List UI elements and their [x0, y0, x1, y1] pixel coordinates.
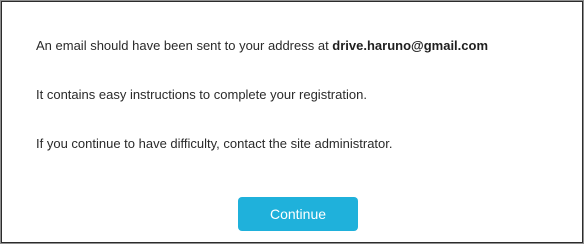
confirmation-panel: An email should have been sent to your a…	[0, 0, 584, 244]
difficulty-message: If you continue to have difficulty, cont…	[36, 136, 393, 151]
instructions-message: It contains easy instructions to complet…	[36, 87, 367, 102]
email-sent-message: An email should have been sent to your a…	[36, 38, 488, 54]
continue-button[interactable]: Continue	[238, 197, 358, 231]
email-address: drive.haruno@gmail.com	[332, 38, 489, 53]
email-sent-text: An email should have been sent to your a…	[36, 38, 333, 53]
